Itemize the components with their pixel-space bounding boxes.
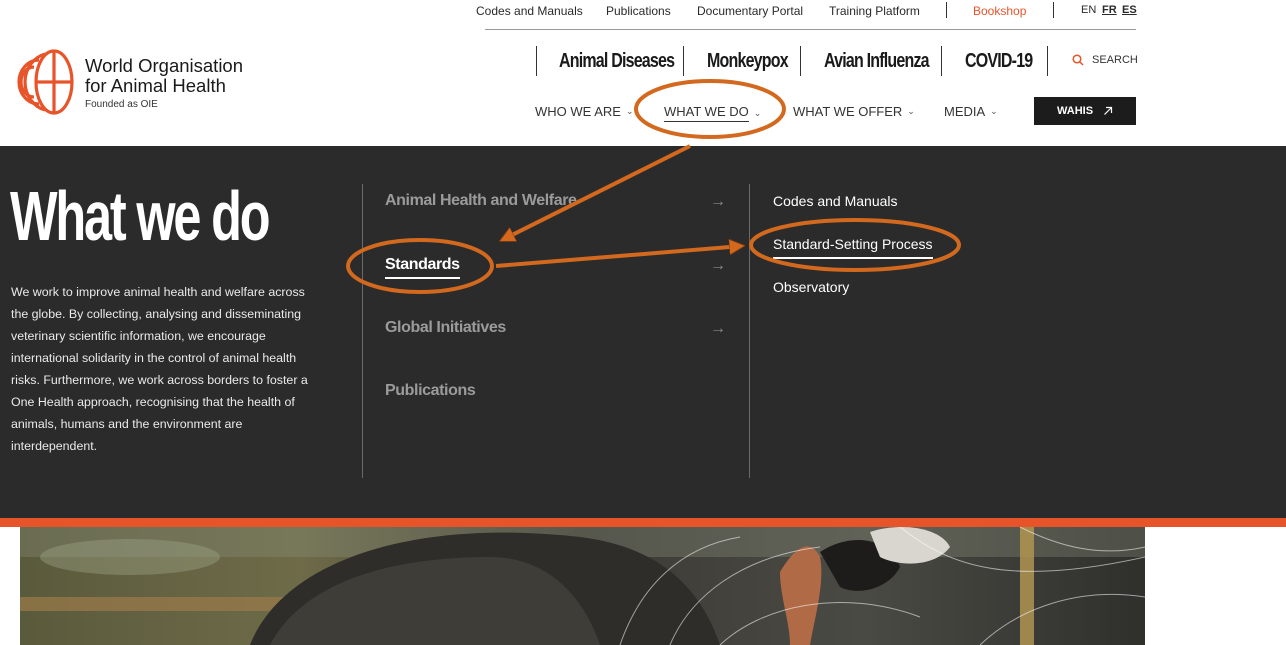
subitem-label: Observatory (773, 279, 850, 295)
category-label: Global Initiatives (385, 319, 506, 336)
mega-menu-description: We work to improve animal health and wel… (11, 285, 308, 453)
lang-fr[interactable]: FR (1102, 4, 1117, 16)
highlight-divider (941, 46, 942, 76)
page: Codes and Manuals Publications Documenta… (0, 0, 1286, 645)
search-icon (1072, 54, 1084, 66)
search-label: SEARCH (1092, 54, 1138, 66)
lang-en[interactable]: EN (1081, 4, 1096, 16)
nav-label: WHAT WE DO (664, 104, 749, 122)
column-divider (362, 184, 363, 478)
category-animal-health-welfare[interactable]: Animal Health and Welfare (385, 192, 577, 210)
highlight-animal-diseases[interactable]: Animal Diseases (559, 50, 675, 73)
woah-logo-icon[interactable] (12, 48, 74, 116)
subitem-label: Codes and Manuals (773, 193, 898, 209)
subitem-label: Standard-Setting Process (773, 236, 933, 259)
accent-band (0, 518, 1286, 527)
chevron-down-icon: ⌄ (907, 106, 915, 116)
highlight-divider (1047, 46, 1048, 76)
wahis-button[interactable]: WAHIS (1034, 97, 1136, 125)
org-subtitle: Founded as OIE (85, 99, 158, 110)
category-label: Animal Health and Welfare (385, 192, 577, 209)
org-name-line1: World Organisation (85, 55, 244, 76)
hero-image (20, 527, 1145, 645)
nav-label: WHAT WE OFFER (793, 104, 903, 119)
subitem-codes-and-manuals[interactable]: Codes and Manuals (773, 193, 898, 209)
utility-link-codes-manuals[interactable]: Codes and Manuals (476, 4, 583, 18)
nav-media[interactable]: MEDIA ⌄ (944, 104, 998, 119)
highlight-monkeypox[interactable]: Monkeypox (707, 50, 789, 73)
utility-divider (946, 2, 947, 18)
chevron-down-icon: ⌄ (990, 106, 998, 116)
nav-what-we-do[interactable]: WHAT WE DO ⌄ (664, 104, 761, 122)
header-divider (485, 29, 1136, 30)
mega-menu-title: What we do (10, 177, 271, 255)
utility-link-training-platform[interactable]: Training Platform (829, 4, 920, 18)
nav-label: MEDIA (944, 104, 986, 119)
search-button[interactable]: SEARCH (1072, 54, 1138, 66)
arrow-right-icon: → (710, 320, 726, 337)
nav-what-we-offer[interactable]: WHAT WE OFFER ⌄ (793, 104, 915, 119)
category-publications[interactable]: Publications (385, 382, 476, 400)
subitem-standard-setting-process[interactable]: Standard-Setting Process (773, 236, 933, 259)
highlight-avian-influenza[interactable]: Avian Influenza (824, 50, 930, 73)
chevron-down-icon: ⌄ (753, 107, 762, 118)
nav-who-we-are[interactable]: WHO WE ARE ⌄ (535, 104, 634, 119)
highlight-divider (536, 46, 537, 76)
category-label: Standards (385, 256, 460, 279)
arrow-right-icon: → (710, 257, 726, 274)
column-divider (749, 184, 750, 478)
category-standards[interactable]: Standards (385, 256, 460, 279)
utility-link-publications[interactable]: Publications (606, 4, 671, 18)
utility-bar: Codes and Manuals Publications Documenta… (0, 0, 1286, 24)
external-arrow-icon (1104, 106, 1113, 115)
wahis-label: WAHIS (1056, 105, 1094, 117)
chevron-down-icon: ⌄ (625, 106, 634, 116)
subitem-observatory[interactable]: Observatory (773, 279, 849, 295)
utility-link-bookshop[interactable]: Bookshop (973, 4, 1026, 18)
org-name[interactable]: World Organisation for Animal Health (85, 56, 243, 96)
category-label: Publications (385, 382, 476, 399)
highlight-covid-19[interactable]: COVID-19 (965, 50, 1033, 73)
lang-es[interactable]: ES (1122, 4, 1137, 16)
nav-label: WHO WE ARE (535, 104, 621, 119)
highlight-divider (683, 46, 684, 76)
utility-divider (1053, 2, 1054, 18)
highlight-divider (800, 46, 801, 76)
arrow-right-icon: → (710, 193, 726, 210)
utility-link-documentary-portal[interactable]: Documentary Portal (697, 4, 803, 18)
org-name-line2: for Animal Health (85, 75, 226, 96)
category-global-initiatives[interactable]: Global Initiatives (385, 319, 506, 337)
